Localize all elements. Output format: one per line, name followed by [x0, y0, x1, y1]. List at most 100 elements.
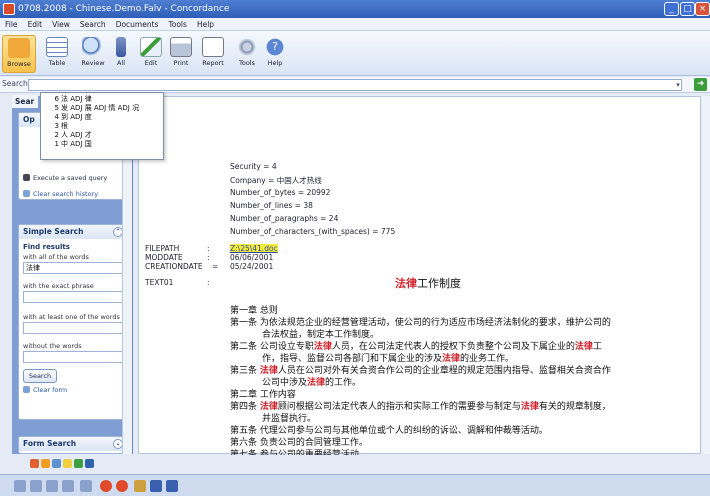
- pane-switcher-icons: [30, 459, 96, 471]
- suggestion-item[interactable]: 1中 ADJ 国: [41, 140, 163, 149]
- suggestion-item[interactable]: 3根: [41, 122, 163, 131]
- body-line: 公司中涉及法律的工作。: [262, 378, 362, 388]
- previous-hit-icon[interactable]: [100, 480, 112, 492]
- font-icon[interactable]: [166, 480, 178, 492]
- table-icon: [46, 37, 68, 57]
- previous-page-icon[interactable]: [30, 480, 42, 492]
- all-button[interactable]: All: [104, 35, 138, 73]
- menu-edit[interactable]: Edit: [23, 18, 48, 31]
- document-body: 第一章 总则 第一条 为依法规范企业的经营管理活动，使公司的行为适应市场经济法制…: [230, 305, 611, 455]
- search-input[interactable]: [28, 79, 682, 91]
- close-button[interactable]: ×: [695, 2, 710, 16]
- meta-characters: Number_of_characters_(with_spaces) = 775: [230, 227, 396, 236]
- search-button[interactable]: Search: [23, 369, 57, 383]
- without-words-label: without the words: [23, 342, 82, 350]
- filepath-link[interactable]: Z:\25\41.doc: [230, 244, 278, 253]
- body-line: 合法权益，制定本工作制度。: [262, 330, 380, 340]
- review-icon: [82, 37, 104, 57]
- body-line: 第一条 为依法规范企业的经营管理活动，使公司的行为适应市场经济法制化的要求，维护…: [230, 318, 611, 328]
- menu-tools[interactable]: Tools: [163, 18, 191, 31]
- at-least-one-input[interactable]: [23, 322, 123, 334]
- search-tab[interactable]: Sear: [12, 95, 38, 108]
- grid-icon[interactable]: [30, 459, 39, 468]
- without-words-input[interactable]: [23, 351, 123, 363]
- help-button[interactable]: ? Help: [258, 35, 292, 73]
- link-icon[interactable]: [52, 459, 61, 468]
- form-search-header[interactable]: Form Search ⌄: [19, 437, 127, 451]
- minimize-button[interactable]: _: [664, 2, 679, 16]
- meta-company: Company = 中国人才热线: [230, 176, 322, 185]
- right-scrollbar[interactable]: [702, 96, 710, 454]
- browse-button[interactable]: Browse: [2, 35, 36, 73]
- all-icon: [116, 37, 126, 57]
- suggestion-item[interactable]: 5发 ADJ 展 ADJ 情 ADJ 况: [41, 104, 163, 113]
- meta-bytes: Number_of_bytes = 20992: [230, 188, 331, 197]
- next-document-icon[interactable]: [80, 480, 92, 492]
- window-title: 0708.2008 - Chinese.Demo.Falv - Concorda…: [18, 4, 230, 14]
- save-icon[interactable]: [150, 480, 162, 492]
- execute-saved-query-link[interactable]: Execute a saved query: [19, 173, 127, 183]
- body-line: 第二章 工作内容: [230, 390, 296, 400]
- menu-search[interactable]: Search: [75, 18, 111, 31]
- search-bar: Search ▾ ➜: [0, 77, 710, 93]
- left-scrollbar[interactable]: [122, 117, 132, 454]
- maximize-button[interactable]: □: [680, 2, 695, 16]
- report-button[interactable]: Report: [196, 35, 230, 73]
- exact-phrase-label: with the exact phrase: [23, 282, 94, 290]
- clear-history-icon: [23, 190, 30, 197]
- menu-view[interactable]: View: [47, 18, 75, 31]
- go-arrow-icon[interactable]: ➜: [694, 78, 707, 91]
- body-line: 第五条 代理公司参与公司与其他单位或个人的纠纷的诉讼、调解和仲裁等活动。: [230, 426, 548, 436]
- folder-icon[interactable]: [63, 459, 72, 468]
- navigation-bar: [0, 474, 710, 496]
- window-icon[interactable]: [85, 459, 94, 468]
- document-title: 法律工作制度: [395, 277, 461, 290]
- menu-bar: File Edit View Search Documents Tools Help: [0, 18, 710, 31]
- search-label: Search: [2, 79, 28, 88]
- meta-security: Security = 4: [230, 162, 277, 171]
- menu-file[interactable]: File: [0, 18, 23, 31]
- suggestion-item[interactable]: 4到 ADJ 度: [41, 113, 163, 122]
- body-line: 作，指导、监督公司各部门和下属企业的涉及法律的业务工作。: [262, 354, 515, 364]
- simple-search-header[interactable]: Simple Search ⌃: [19, 225, 127, 239]
- browse-icon: [8, 38, 30, 58]
- browse-small-icon[interactable]: [41, 459, 50, 468]
- body-line: 第六条 负责公司的合同管理工作。: [230, 438, 368, 448]
- suggestion-item[interactable]: 2人 ADJ 才: [41, 131, 163, 140]
- help-icon: ?: [264, 37, 286, 57]
- field-value-creationdate: 05/24/2001: [230, 262, 274, 271]
- form-search-panel: Form Search ⌄: [18, 436, 128, 454]
- last-page-icon[interactable]: [62, 480, 74, 492]
- all-words-label: with all of the words: [23, 253, 89, 261]
- next-page-icon[interactable]: [46, 480, 58, 492]
- field-key-text01: TEXT01: [145, 278, 174, 287]
- report-icon: [202, 37, 224, 57]
- menu-documents[interactable]: Documents: [111, 18, 164, 31]
- application-window: 0708.2008 - Chinese.Demo.Falv - Concorda…: [0, 0, 710, 496]
- search-suggestions-dropdown: 6法 ADJ 律 5发 ADJ 展 ADJ 情 ADJ 况 4到 ADJ 度 3…: [40, 92, 164, 160]
- table-button[interactable]: Table: [40, 35, 74, 73]
- suggestion-item[interactable]: 6法 ADJ 律: [41, 95, 163, 104]
- next-hit-icon[interactable]: [116, 480, 128, 492]
- find-results-heading: Find results: [23, 243, 70, 251]
- bookmark-icon[interactable]: [134, 480, 146, 492]
- print-button[interactable]: Print: [164, 35, 198, 73]
- body-line: 并监督执行。: [262, 414, 317, 424]
- field-key-filepath: FILEPATH: [145, 244, 180, 253]
- body-line: 第三条 法律人员在公司对外有关合资合作公司的企业章程的规定范围内指导、监督相关合…: [230, 366, 611, 376]
- chevron-down-icon[interactable]: ▾: [673, 80, 683, 90]
- edit-button[interactable]: Edit: [134, 35, 168, 73]
- field-key-moddate: MODDATE: [145, 253, 183, 262]
- menu-help[interactable]: Help: [192, 18, 219, 31]
- simple-search-panel: Simple Search ⌃ Find results with all of …: [18, 224, 128, 420]
- chart-icon[interactable]: [74, 459, 83, 468]
- title-bar: 0708.2008 - Chinese.Demo.Falv - Concorda…: [0, 0, 710, 18]
- exact-phrase-input[interactable]: [23, 291, 123, 303]
- all-words-input[interactable]: 法律: [23, 262, 123, 274]
- print-icon: [170, 37, 192, 57]
- first-page-icon[interactable]: [14, 480, 26, 492]
- clear-form-link[interactable]: Clear form: [19, 385, 127, 395]
- clear-search-history-link[interactable]: Clear search history: [19, 189, 127, 199]
- meta-paragraphs: Number_of_paragraphs = 24: [230, 214, 339, 223]
- body-line: 第四条 法律顾问根据公司法定代表人的指示和实际工作的需要参与制定与法律有关的规章…: [230, 402, 611, 412]
